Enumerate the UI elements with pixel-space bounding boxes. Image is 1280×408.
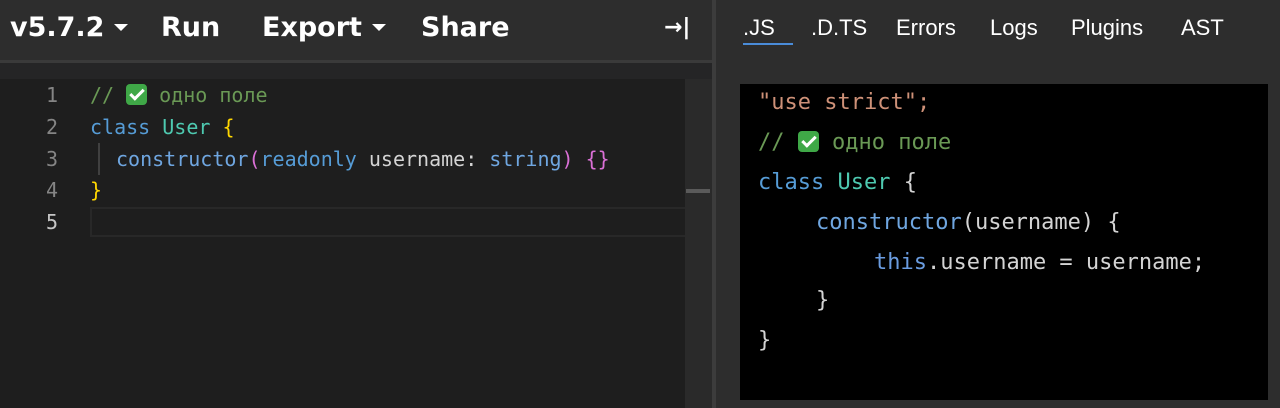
tab-logs[interactable]: Logs [990, 10, 1038, 46]
editor-pane: v5.7.2 Run Export Share →| 1 2 3 4 5 // … [0, 0, 712, 408]
export-dropdown[interactable]: Export [262, 10, 386, 46]
paren: ) [561, 147, 574, 171]
output-line-2: // одно поле [758, 130, 951, 155]
assignment: .username = username; [926, 250, 1206, 275]
active-tab-indicator [743, 43, 793, 45]
tab-js[interactable]: .JS [743, 10, 775, 46]
tab-errors[interactable]: Errors [896, 10, 956, 46]
indent-guide [98, 143, 100, 175]
toolbar-shadow [0, 63, 712, 79]
this-keyword: this [874, 250, 927, 275]
line-number: 3 [45, 147, 58, 171]
colon: : [465, 147, 478, 171]
comment-text: одно поле [147, 83, 268, 107]
output-line-3: class User { [758, 170, 917, 195]
params: (username) { [961, 210, 1121, 235]
keyword: class [90, 115, 151, 139]
run-button[interactable]: Run [161, 10, 220, 46]
line-number: 4 [45, 178, 58, 202]
modifier: readonly [260, 147, 357, 171]
code-line-4: } [90, 178, 102, 202]
paren: ( [248, 147, 261, 171]
output-pane: .JS .D.TS Errors Logs Plugins AST "use s… [716, 0, 1280, 408]
toolbar: v5.7.2 Run Export Share →| [0, 0, 712, 60]
version-label: v5.7.2 [10, 12, 105, 43]
class-name: User [162, 115, 211, 139]
comment-prefix: // [90, 83, 127, 107]
class-name: User [837, 170, 891, 195]
function-name: constructor [816, 210, 962, 235]
scrollbar-position-mark [686, 189, 710, 193]
comment-text: одно поле [818, 130, 952, 155]
type-name: string [489, 147, 562, 171]
code-editor[interactable]: 1 2 3 4 5 // одно поле class User { cons… [0, 79, 712, 408]
keyword: class [758, 170, 825, 195]
tab-ast[interactable]: AST [1181, 10, 1224, 46]
chevron-down-icon [114, 23, 129, 31]
js-output: "use strict"; // одно поле class User { … [740, 84, 1268, 400]
code-line-3: constructor(readonly username: string) {… [116, 147, 610, 171]
code-line-1: // одно поле [90, 83, 268, 107]
share-button[interactable]: Share [421, 10, 510, 46]
tab-dts[interactable]: .D.TS [811, 10, 867, 46]
brace: } [90, 178, 103, 202]
editor-scrollbar[interactable] [685, 79, 712, 408]
brace: { [903, 170, 917, 195]
version-dropdown[interactable]: v5.7.2 [10, 10, 129, 46]
output-line-1: "use strict"; [758, 90, 931, 115]
chevron-down-icon [371, 23, 386, 31]
checkmark-emoji-icon [797, 131, 819, 152]
output-line-6: } [816, 288, 830, 313]
body-braces: {} [585, 147, 610, 171]
line-number: 1 [45, 83, 58, 107]
line-number: 2 [45, 115, 58, 139]
brace: { [222, 115, 235, 139]
checkmark-emoji-icon [126, 84, 148, 105]
comment-prefix: // [758, 130, 798, 155]
current-line-highlight [90, 207, 706, 237]
output-line-4: constructor(username) { [816, 210, 1121, 235]
function-name: constructor [116, 147, 249, 171]
param-name: username [368, 147, 466, 171]
output-line-7: } [758, 328, 772, 353]
line-number-active: 5 [45, 210, 58, 234]
export-label: Export [262, 12, 362, 43]
output-tabs: .JS .D.TS Errors Logs Plugins AST [716, 0, 1280, 60]
code-line-2: class User { [90, 115, 235, 139]
collapse-panel-icon[interactable]: →| [664, 10, 690, 46]
output-line-5: this.username = username; [874, 250, 1205, 275]
tab-plugins[interactable]: Plugins [1071, 10, 1143, 46]
